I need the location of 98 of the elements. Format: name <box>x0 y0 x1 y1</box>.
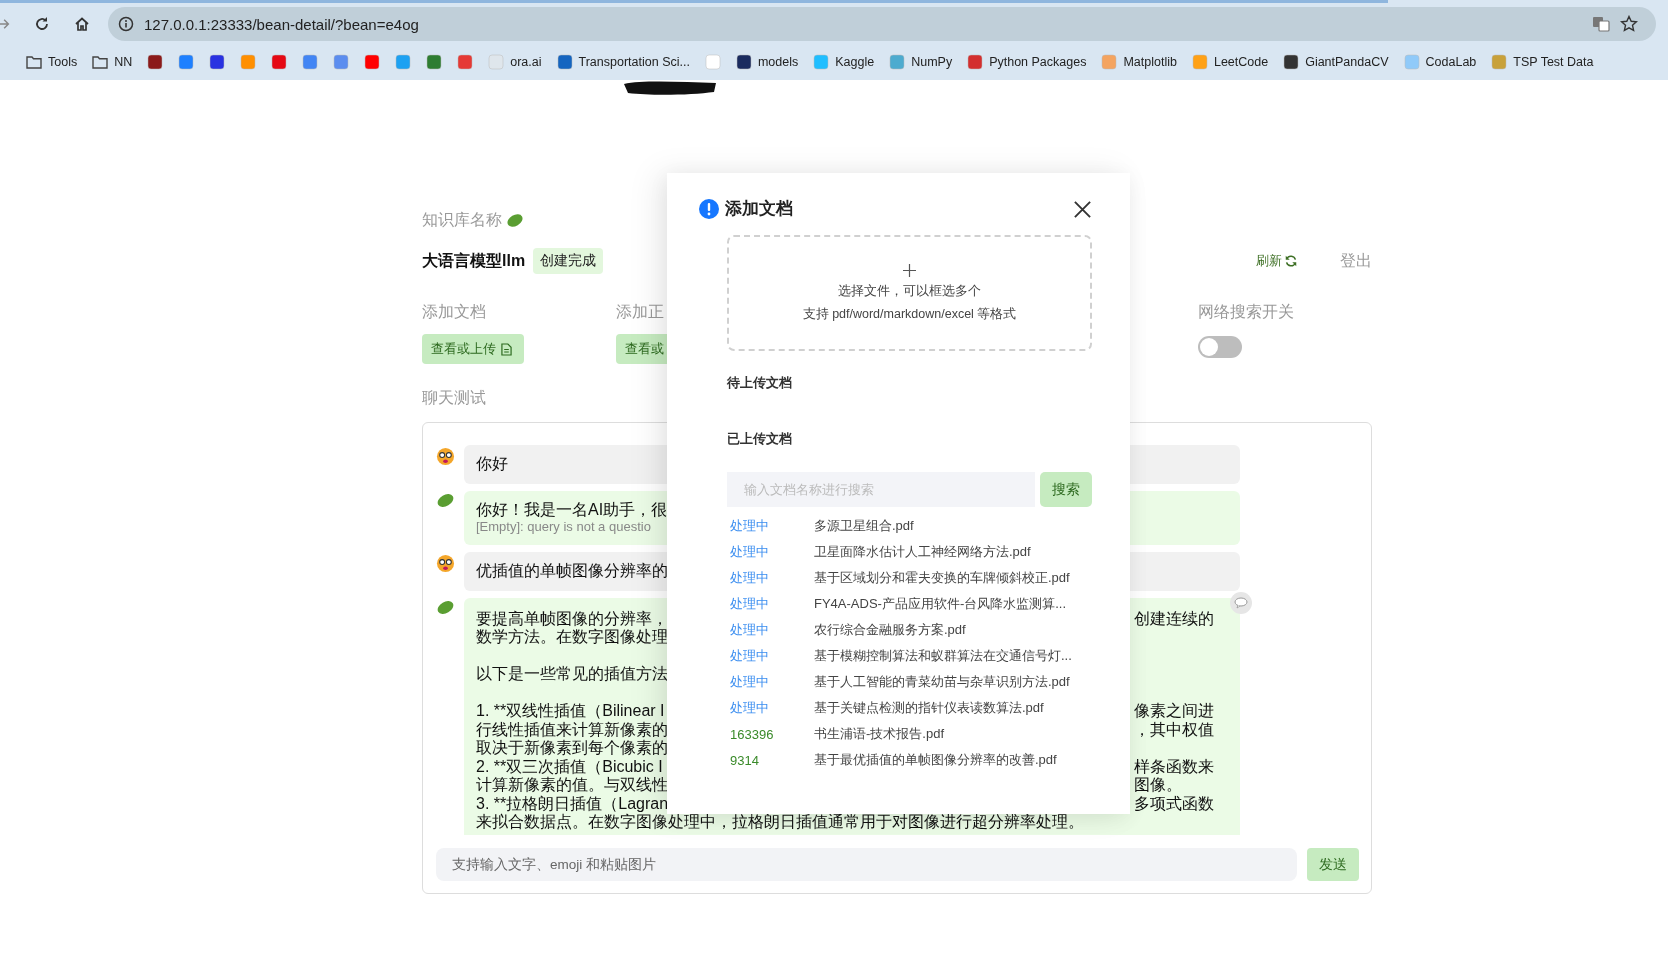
section-label: 添加文档 <box>422 302 486 322</box>
message-input[interactable]: 支持输入文字、emoji 和粘贴图片 <box>436 848 1297 881</box>
message-text: 数学方法。在数字图像处理 <box>476 628 668 647</box>
file-name: 基于模糊控制算法和蚁群算法在交通信号灯... <box>814 647 1072 665</box>
url-text: 127.0.0.1:23333/bean-detail/?bean=e4og <box>144 15 419 33</box>
message-text: 3. **拉格朗日插值（Lagran <box>476 794 669 813</box>
message-text: 计算新像素的值。与双线性 <box>476 776 668 795</box>
file-status: 163396 <box>729 726 775 742</box>
comment-icon[interactable] <box>1230 591 1252 614</box>
message-text: 要提高单帧图像的分辨率， <box>476 609 668 628</box>
bookmark[interactable]: NumPy <box>889 54 953 70</box>
site-icon[interactable] <box>147 54 164 70</box>
file-name: 基于区域划分和霍夫变换的车牌倾斜校正.pdf <box>814 569 1070 587</box>
file-status: 处理中 <box>729 673 770 691</box>
address-bar[interactable]: 127.0.0.1:23333/bean-detail/?bean=e4og <box>108 7 1656 41</box>
section-label: 添加正 <box>616 302 664 322</box>
file-name: 卫星面降水估计人工神经网络方法.pdf <box>814 543 1031 561</box>
folder-icon <box>92 55 109 69</box>
section-label: 聊天测试 <box>422 389 486 406</box>
avatar-icon <box>436 447 455 466</box>
message-text: 你好！我是一名AI助手，很 <box>476 500 668 519</box>
file-status: 9314 <box>729 752 760 768</box>
message-text: 来拟合数据点。在数字图像处理中，拉格朗日插值通常用于对图像进行超分辨率处理。 <box>476 813 1084 832</box>
message-text: 优插值的单帧图像分辨率的 <box>476 562 668 581</box>
bookmark[interactable]: Python Packages <box>967 54 1087 70</box>
site-icon[interactable] <box>364 54 381 70</box>
message-text: 像素之间进 <box>1134 702 1214 721</box>
refresh-button[interactable]: 刷新 <box>1256 252 1298 270</box>
bookmark[interactable]: GiantPandaCV <box>1283 54 1389 70</box>
message-text: ，其中权值 <box>1134 720 1214 739</box>
file-status: 处理中 <box>729 569 770 587</box>
message-text: 2. **双三次插值（Bicubic I <box>476 757 663 776</box>
file-drop-zone[interactable]: 选择文件，可以框选多个 支持 pdf/word/markdown/excel 等格式 <box>727 235 1092 351</box>
file-name: 多源卫星组合.pdf <box>814 517 914 535</box>
file-status: 处理中 <box>729 543 770 561</box>
file-status: 处理中 <box>729 621 770 639</box>
site-icon[interactable] <box>209 54 226 70</box>
bookmark[interactable]: TSP Test Data <box>1491 54 1594 70</box>
bookmark[interactable]: Kaggle <box>813 54 875 70</box>
drop-hint: 选择文件，可以框选多个 <box>838 282 981 300</box>
file-name: FY4A-ADS-产品应用软件-台风降水监测算... <box>814 595 1067 613</box>
message-text: 行线性插值来计算新像素的 <box>476 720 668 739</box>
translate-icon[interactable] <box>1592 15 1610 33</box>
file-status: 处理中 <box>729 595 770 613</box>
message-text: 样条函数来 <box>1134 757 1214 776</box>
bean-icon <box>506 212 524 228</box>
file-status: 处理中 <box>729 517 770 535</box>
status-tag: 创建完成 <box>533 248 604 274</box>
star-icon[interactable] <box>1620 15 1638 33</box>
view-upload-button[interactable]: 查看或上传 <box>422 334 524 364</box>
web-search-toggle[interactable] <box>1198 336 1242 358</box>
drop-hint: 支持 pdf/word/markdown/excel 等格式 <box>802 305 1017 323</box>
bookmark[interactable]: LeetCode <box>1191 54 1269 70</box>
folder-icon <box>26 55 42 69</box>
bean-icon <box>436 599 455 615</box>
message-text: 创建连续的 <box>1134 609 1214 628</box>
file-status: 处理中 <box>729 699 770 717</box>
message-text: 多项式函数 <box>1134 794 1214 813</box>
bookmark[interactable]: Tools <box>26 55 78 69</box>
file-name: 基于人工智能的青菜幼苗与杂草识别方法.pdf <box>814 673 1070 691</box>
bookmark[interactable]: models <box>735 54 799 70</box>
home-icon[interactable] <box>74 16 90 32</box>
avatar-icon <box>436 554 455 573</box>
section-label: 网络搜索开关 <box>1198 302 1294 322</box>
knowledge-base-name: 大语言模型llm <box>422 250 526 271</box>
message-note: [Empty]: query is not a questio <box>476 519 651 535</box>
site-icon[interactable] <box>271 54 288 70</box>
refresh-icon <box>1284 254 1298 268</box>
file-status: 处理中 <box>729 647 770 665</box>
document-icon <box>501 342 512 356</box>
bookmark[interactable]: Transportation Sci... <box>556 54 690 70</box>
bookmark[interactable]: ora.ai <box>488 54 542 70</box>
bookmark[interactable]: CodaLab <box>1403 54 1477 70</box>
file-name: 基于关键点检测的指针仪表读数算法.pdf <box>814 699 1044 717</box>
bookmark[interactable]: NN <box>92 55 133 69</box>
message-text: 图像。 <box>1134 776 1182 795</box>
close-icon[interactable] <box>1073 199 1092 219</box>
file-name: 农行综合金融服务方案.pdf <box>814 621 966 639</box>
message-text: 取决于新像素到每个像素的 <box>476 739 668 758</box>
message-text: 以下是一些常见的插值方法 <box>476 665 668 684</box>
site-icon[interactable] <box>426 54 443 70</box>
send-button[interactable]: 发送 <box>1307 848 1359 881</box>
file-name: 书生浦语-技术报告.pdf <box>814 725 944 743</box>
pending-label: 待上传文档 <box>727 374 793 392</box>
bookmark[interactable]: Matplotlib <box>1101 54 1177 70</box>
search-button[interactable]: 搜索 <box>1040 472 1092 507</box>
info-icon[interactable] <box>118 16 134 32</box>
reload-icon[interactable] <box>34 16 50 32</box>
uploaded-label: 已上传文档 <box>727 430 793 448</box>
plus-icon <box>903 263 916 277</box>
message-text: 你好 <box>476 455 508 474</box>
file-name: 基于最优插值的单帧图像分辨率的改善.pdf <box>814 751 1057 769</box>
info-icon <box>699 199 719 219</box>
bean-icon <box>436 492 455 508</box>
dialog-title: 添加文档 <box>725 198 793 219</box>
site-icon[interactable] <box>457 54 474 70</box>
message-text: 1. **双线性插值（Bilinear I <box>476 702 665 721</box>
knowledge-base-label: 知识库名称 <box>422 209 502 230</box>
